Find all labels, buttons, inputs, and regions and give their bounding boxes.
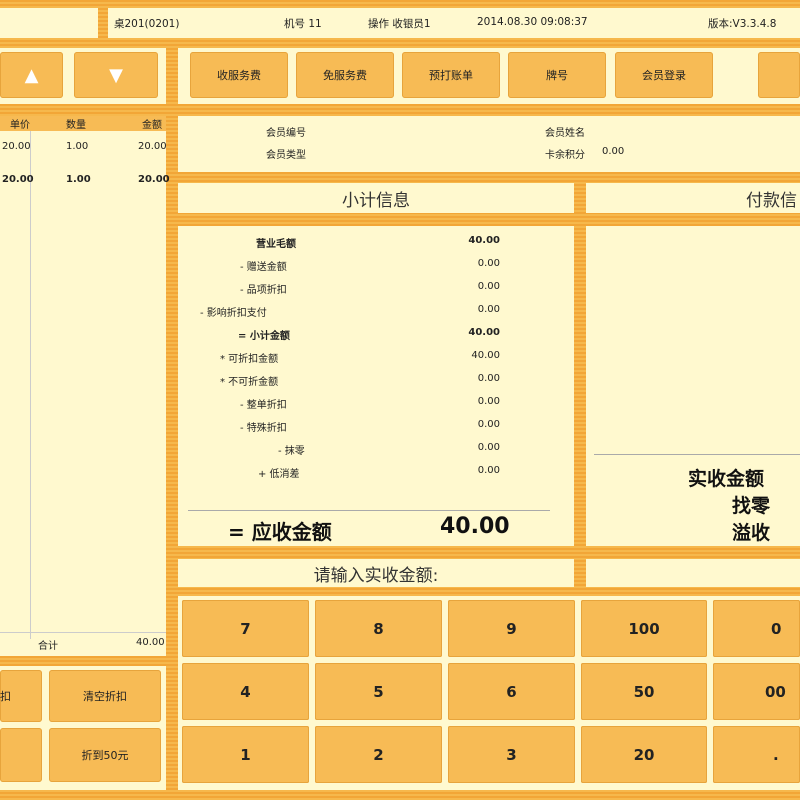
- order-list: 单价 数量 金额 20.00 1.00 20.00 20.00 1.00 20.…: [0, 116, 170, 656]
- subtotal-panel: 营业毛额 40.00 - 赠送金额 0.00 - 品项折扣 0.00 - 影响折…: [178, 226, 574, 546]
- change-label: 找零: [732, 495, 771, 517]
- overpay-label: 溢收: [732, 522, 771, 544]
- key-2[interactable]: 2: [315, 726, 442, 783]
- discountable-label: * 可折扣金额: [220, 354, 279, 365]
- key-5[interactable]: 5: [315, 663, 442, 720]
- key-7[interactable]: 7: [182, 600, 309, 657]
- gross-label: 营业毛额: [256, 239, 296, 250]
- machine-number: 机号 11: [284, 18, 322, 30]
- key-20[interactable]: 20: [581, 726, 707, 783]
- extra-action-button[interactable]: [758, 52, 800, 98]
- key-00[interactable]: 00: [713, 663, 800, 720]
- rounding-value: 0.00: [477, 442, 500, 453]
- discount-button[interactable]: 扣: [0, 670, 42, 722]
- key-dot[interactable]: .: [713, 726, 800, 783]
- key-100[interactable]: 100: [581, 600, 707, 657]
- member-name-label: 会员姓名: [545, 128, 585, 139]
- amount-due-label: = 应收金额: [228, 520, 332, 544]
- key-4[interactable]: 4: [182, 663, 309, 720]
- due-divider: [188, 510, 550, 511]
- item-discount-value: 0.00: [477, 281, 500, 292]
- affect-discount-label: - 影响折扣支付: [200, 308, 267, 319]
- special-discount-value: 0.00: [477, 419, 500, 430]
- discount-to-50-button[interactable]: 折到50元: [49, 728, 161, 782]
- non-discountable-label: * 不可折金额: [220, 377, 279, 388]
- member-type-label: 会员类型: [266, 150, 306, 161]
- subtotal-label: = 小计金额: [238, 331, 290, 342]
- key-6[interactable]: 6: [448, 663, 575, 720]
- datetime: 2014.08.30 09:08:37: [477, 16, 588, 28]
- preprint-bill-button[interactable]: 预打账单: [402, 52, 500, 98]
- total-label: 合计: [38, 641, 58, 652]
- non-discountable-value: 0.00: [477, 373, 500, 384]
- member-info: 会员编号 会员姓名 会员类型 卡余积分 0.00: [178, 116, 800, 172]
- key-9[interactable]: 9: [448, 600, 575, 657]
- row-price: 20.00: [2, 141, 31, 152]
- unknown-left-button[interactable]: [0, 728, 42, 782]
- key-0[interactable]: 0: [713, 600, 800, 657]
- key-8[interactable]: 8: [315, 600, 442, 657]
- column-divider: [30, 131, 31, 639]
- row-qty: 1.00: [66, 141, 89, 152]
- table-number: 桌201(0201): [114, 18, 180, 30]
- total-divider: [0, 632, 166, 633]
- clear-discount-button[interactable]: 清空折扣: [49, 670, 161, 722]
- member-id-label: 会员编号: [266, 128, 306, 139]
- order-discount-label: - 整单折扣: [240, 400, 287, 411]
- scroll-down-button[interactable]: ▼: [74, 52, 158, 98]
- key-1[interactable]: 1: [182, 726, 309, 783]
- table-row[interactable]: 20.00 1.00 20.00: [0, 174, 170, 190]
- operator: 操作 收银员1: [368, 18, 431, 30]
- order-discount-value: 0.00: [477, 396, 500, 407]
- amount-due-value: 40.00: [440, 514, 510, 539]
- payment-title: 付款信: [586, 183, 800, 213]
- points-label: 卡余积分: [545, 150, 585, 161]
- row-qty: 1.00: [66, 174, 91, 185]
- member-login-button[interactable]: 会员登录: [615, 52, 713, 98]
- row-amount: 20.00: [138, 174, 170, 185]
- rounding-label: - 抹零: [278, 446, 305, 457]
- scroll-up-button[interactable]: ▲: [0, 52, 63, 98]
- order-header: 单价 数量 金额: [0, 116, 166, 131]
- tag-number-button[interactable]: 牌号: [508, 52, 606, 98]
- points-value: 0.00: [602, 146, 625, 157]
- affect-discount-value: 0.00: [477, 304, 500, 315]
- total-value: 40.00: [136, 637, 165, 648]
- payment-panel: 实收金额 找零 溢收: [586, 226, 800, 546]
- top-left-blank: [0, 8, 98, 38]
- row-amount: 20.00: [138, 141, 167, 152]
- min-charge-value: 0.00: [477, 465, 500, 476]
- header-amount: 金额: [142, 120, 162, 131]
- gift-value: 0.00: [477, 258, 500, 269]
- service-fee-button[interactable]: 收服务费: [190, 52, 288, 98]
- header-qty: 数量: [66, 120, 86, 131]
- subtotal-value: 40.00: [468, 327, 500, 338]
- gross-value: 40.00: [468, 235, 500, 246]
- discountable-value: 40.00: [471, 350, 500, 361]
- header-price: 单价: [10, 120, 30, 131]
- subtotal-title: 小计信息: [178, 183, 574, 213]
- key-3[interactable]: 3: [448, 726, 575, 783]
- waive-service-fee-button[interactable]: 免服务费: [296, 52, 394, 98]
- gift-label: - 赠送金额: [240, 262, 287, 273]
- amount-input-field[interactable]: [586, 559, 800, 587]
- amount-input-prompt: 请输入实收金额:: [178, 559, 574, 587]
- row-price: 20.00: [2, 174, 34, 185]
- status-bar: 桌201(0201) 机号 11 操作 收银员1 2014.08.30 09:0…: [108, 8, 800, 38]
- key-50[interactable]: 50: [581, 663, 707, 720]
- received-label: 实收金额: [688, 468, 765, 490]
- payment-divider: [594, 454, 800, 455]
- item-discount-label: - 品项折扣: [240, 285, 287, 296]
- version: 版本:V3.3.4.8: [708, 18, 777, 30]
- min-charge-label: + 低消差: [258, 469, 300, 480]
- special-discount-label: - 特殊折扣: [240, 423, 287, 434]
- table-row[interactable]: 20.00 1.00 20.00: [0, 141, 167, 157]
